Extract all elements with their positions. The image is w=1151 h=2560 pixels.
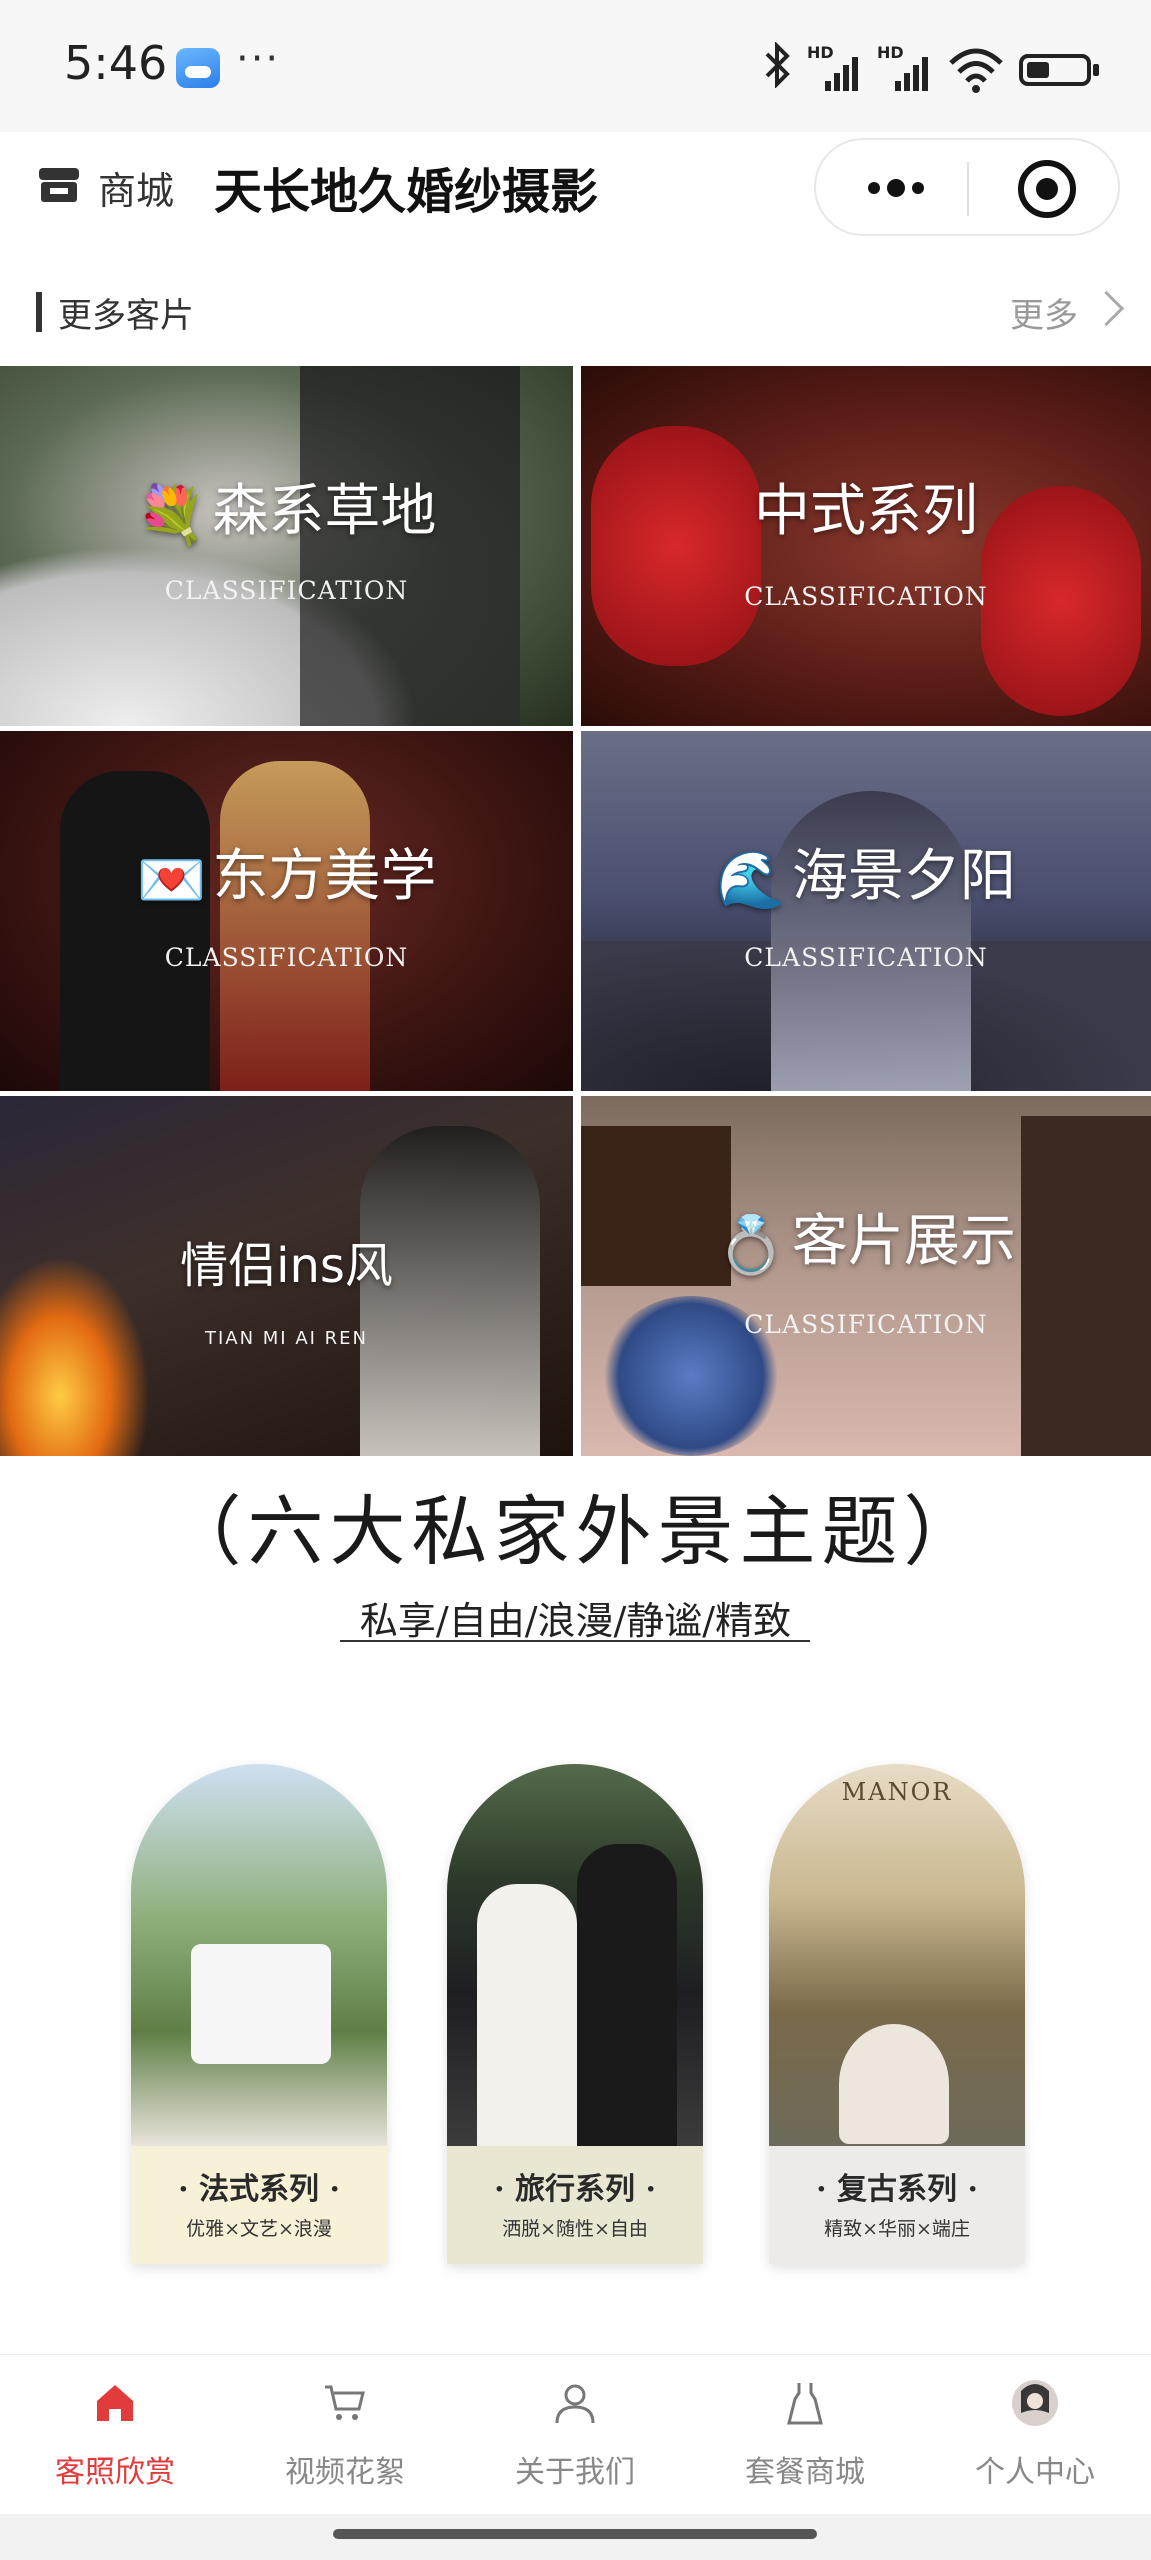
dress-icon: [781, 2379, 829, 2427]
battery-icon: [1019, 54, 1099, 86]
chevron-right-icon[interactable]: [1088, 290, 1125, 327]
manor-text: MANOR: [841, 1778, 953, 1806]
nav-bar: 商城 天长地久婚纱摄影: [0, 132, 1151, 252]
tile-title: 森系草地: [212, 479, 437, 544]
tab-label: 客照欣赏: [55, 2455, 175, 2490]
themes-banner[interactable]: （六大私家外景主题） 私享/自由/浪漫/静谧/精致 · 法式系列 · 优雅×文艺…: [0, 1460, 1151, 2350]
tile-subtitle: CLASSIFICATION: [744, 1310, 988, 1339]
tab-about[interactable]: 关于我们: [460, 2355, 690, 2515]
theme-desc: 优雅×文艺×浪漫: [186, 2218, 332, 2240]
section-title: 更多客片: [58, 296, 194, 336]
home-indicator-area: [0, 2514, 1151, 2560]
section-accent-bar: [36, 292, 42, 332]
theme-name: · 法式系列 ·: [178, 2172, 340, 2207]
bluetooth-icon: [763, 40, 793, 99]
wifi-icon: [947, 45, 1005, 95]
tile-subtitle: CLASSIFICATION: [744, 943, 988, 972]
home-indicator[interactable]: [333, 2529, 817, 2539]
tab-label: 视频花絮: [285, 2455, 405, 2490]
tab-label: 关于我们: [515, 2455, 635, 2490]
tile-subtitle: CLASSIFICATION: [744, 582, 988, 611]
notification-overflow: ···: [236, 36, 281, 82]
tile-title: 客片展示: [791, 1209, 1016, 1274]
tile-title: 海景夕阳: [791, 844, 1016, 909]
mini-program-capsule: [814, 138, 1120, 236]
status-icons: HD HD: [763, 40, 1099, 100]
tab-label: 个人中心: [975, 2455, 1095, 2490]
tab-videos[interactable]: 视频花絮: [230, 2355, 460, 2515]
more-menu-button[interactable]: [856, 170, 936, 206]
gallery-tile-showcase[interactable]: 💍 客片展示 CLASSIFICATION: [581, 1096, 1151, 1456]
theme-name: · 复古系列 ·: [816, 2172, 978, 2207]
banner-underline: [340, 1640, 810, 1642]
shop-icon[interactable]: [36, 162, 82, 208]
page-title: 天长地久婚纱摄影: [214, 164, 599, 220]
banner-subtitle: 私享/自由/浪漫/静谧/精致: [359, 1599, 792, 1643]
home-icon: [91, 2379, 139, 2427]
more-link[interactable]: 更多: [1010, 288, 1078, 337]
signal-icon: HD: [877, 43, 933, 95]
theme-card-retro[interactable]: MANOR · 复古系列 · 精致×华丽×端庄: [769, 1764, 1025, 2264]
tile-title: 情侣ins风: [180, 1238, 393, 1294]
gallery-tile-forest[interactable]: 💐 森系草地 CLASSIFICATION: [0, 366, 573, 726]
banner-title: （六大私家外景主题）: [165, 1487, 986, 1576]
capsule-divider: [967, 162, 969, 216]
tile-subtitle: CLASSIFICATION: [164, 943, 409, 972]
shop-link[interactable]: 商城: [98, 160, 174, 215]
tab-profile[interactable]: 个人中心: [920, 2355, 1150, 2515]
gallery-tile-seaside[interactable]: 🌊 海景夕阳 CLASSIFICATION: [581, 731, 1151, 1091]
theme-photo: [447, 1764, 703, 2146]
section-header: 更多客片 更多: [0, 262, 1151, 358]
tab-packages[interactable]: 套餐商城: [690, 2355, 920, 2515]
cart-icon: [321, 2379, 369, 2427]
theme-photo: MANOR: [769, 1764, 1025, 2146]
theme-card-travel[interactable]: · 旅行系列 · 洒脱×随性×自由: [447, 1764, 703, 2264]
ring-emoji: 💍: [716, 1212, 786, 1278]
signal-icon: HD: [807, 43, 863, 95]
gallery-tile-chinese[interactable]: 中式系列 CLASSIFICATION: [581, 366, 1151, 726]
theme-desc: 洒脱×随性×自由: [502, 2218, 648, 2240]
tile-subtitle: TIAN MI AI REN: [204, 1328, 369, 1349]
tile-title: 东方美学: [212, 844, 437, 909]
status-bar: 5:46 ··· HD HD: [0, 0, 1151, 132]
tile-title: 中式系列: [754, 479, 978, 544]
close-miniprogram-button[interactable]: [1018, 160, 1076, 218]
bouquet-emoji: 💐: [136, 482, 207, 548]
theme-name: · 旅行系列 ·: [494, 2172, 656, 2207]
love-letter-emoji: 💌: [136, 847, 207, 913]
theme-card-french[interactable]: · 法式系列 · 优雅×文艺×浪漫: [131, 1764, 387, 2264]
tab-gallery[interactable]: 客照欣赏: [0, 2355, 230, 2515]
cloud-app-icon: [176, 48, 220, 88]
avatar: [1011, 2379, 1059, 2427]
tile-subtitle: CLASSIFICATION: [164, 576, 409, 605]
status-time: 5:46: [64, 36, 168, 90]
tab-bar: 客照欣赏 视频花絮 关于我们 套餐商城 个人中心: [0, 2354, 1151, 2515]
gallery-tile-ins[interactable]: 情侣ins风 TIAN MI AI REN: [0, 1096, 573, 1456]
theme-photo: [131, 1764, 387, 2146]
wave-emoji: 🌊: [716, 847, 786, 913]
tab-label: 套餐商城: [745, 2455, 865, 2490]
person-icon: [551, 2379, 599, 2427]
theme-desc: 精致×华丽×端庄: [824, 2218, 970, 2240]
gallery-tile-oriental[interactable]: 💌 东方美学 CLASSIFICATION: [0, 731, 573, 1091]
